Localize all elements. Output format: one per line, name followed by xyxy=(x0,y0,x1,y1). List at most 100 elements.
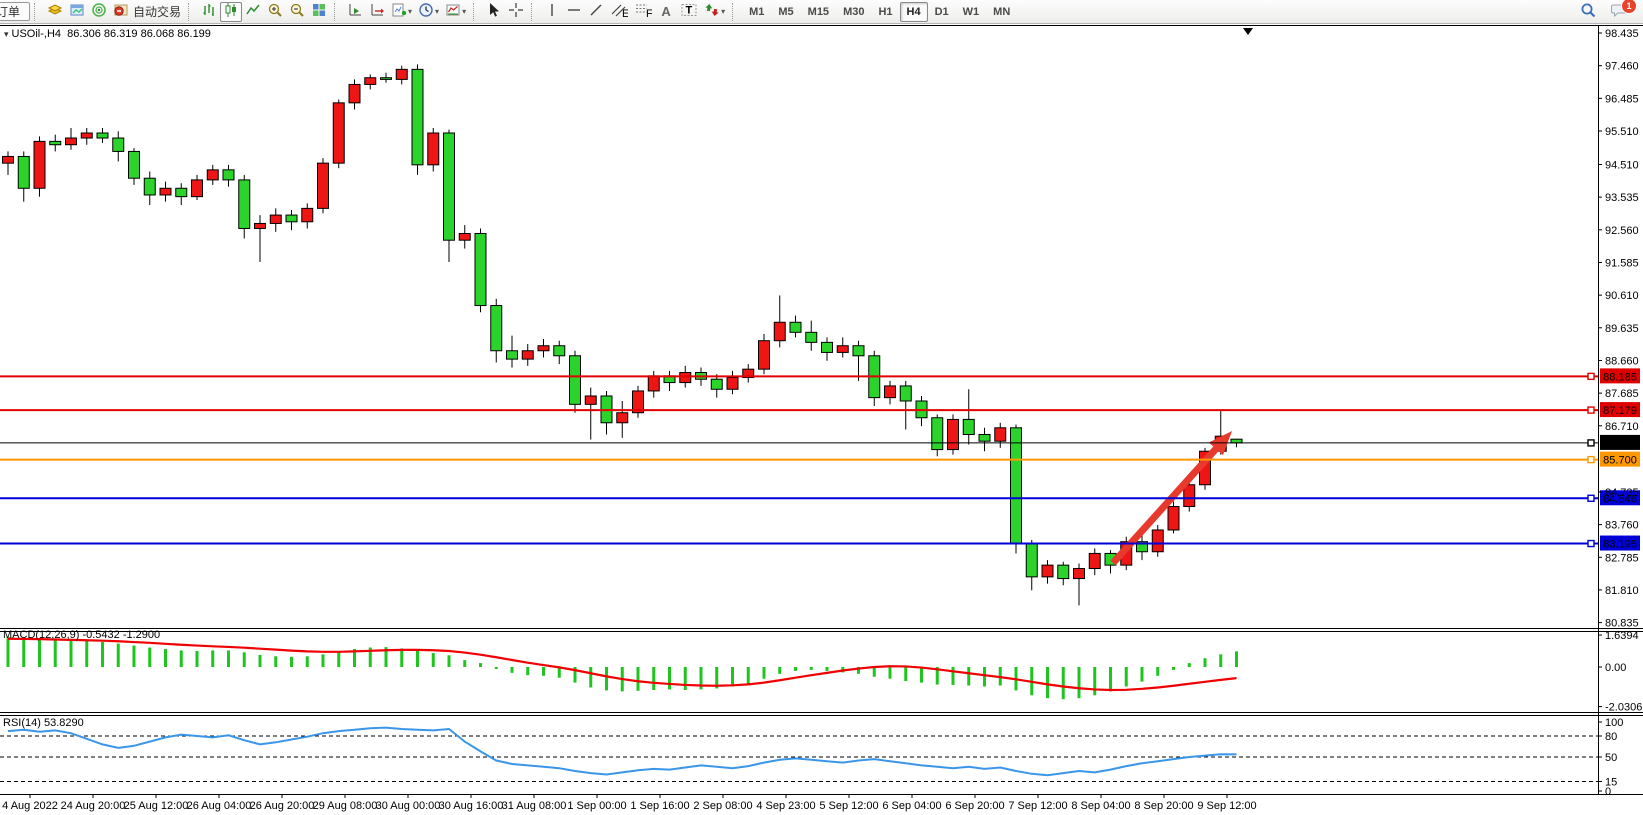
chart-window-button[interactable] xyxy=(66,2,88,22)
svg-text:88.185: 88.185 xyxy=(1603,371,1637,383)
autotrade-button[interactable]: 自动交易 xyxy=(110,2,184,22)
orders-button[interactable]: 订单 xyxy=(0,2,30,21)
svg-text:F: F xyxy=(646,8,652,18)
svg-text:7 Sep 12:00: 7 Sep 12:00 xyxy=(1008,800,1067,812)
macd-indicator-label: MACD(12,26,9) -0.5432 -1.2900 xyxy=(3,629,160,641)
template-icon xyxy=(445,2,461,21)
rsi-indicator-label: RSI(14) 53.8290 xyxy=(3,717,84,729)
auto-scroll-icon xyxy=(347,2,363,21)
svg-text:93.535: 93.535 xyxy=(1605,192,1639,204)
text-label-button[interactable]: T xyxy=(677,2,701,22)
horizontal-line-button[interactable] xyxy=(563,2,585,22)
chart-shift-icon xyxy=(369,2,385,21)
svg-text:90.610: 90.610 xyxy=(1605,290,1639,302)
zoom-out-button[interactable] xyxy=(286,2,308,22)
autotrade-icon xyxy=(113,2,129,21)
chevron-down-icon: ▾ xyxy=(408,7,412,16)
svg-text:9 Sep 12:00: 9 Sep 12:00 xyxy=(1197,800,1256,812)
tf-h4-button[interactable]: H4 xyxy=(900,2,928,22)
svg-text:82.785: 82.785 xyxy=(1605,552,1639,564)
search-button[interactable] xyxy=(1577,2,1600,22)
svg-text:T: T xyxy=(686,5,693,17)
chart-shift-button[interactable] xyxy=(366,2,388,22)
svg-text:26 Aug 04:00: 26 Aug 04:00 xyxy=(187,800,252,812)
svg-text:E: E xyxy=(622,8,628,18)
signals-button[interactable] xyxy=(88,2,110,22)
cursor-button[interactable] xyxy=(483,2,505,22)
toolbar-grip xyxy=(531,3,538,21)
svg-text:87.179: 87.179 xyxy=(1603,405,1637,417)
tf-h1-button[interactable]: H1 xyxy=(871,2,899,22)
candle-chart-button[interactable] xyxy=(220,2,242,22)
zoom-out-icon xyxy=(289,2,305,21)
templates-button[interactable]: ▾ xyxy=(442,2,469,22)
equidistant-channel-button[interactable]: E xyxy=(607,2,631,22)
symbol-period-label: USOil-,H4 xyxy=(12,28,62,40)
toolbar-grip xyxy=(732,3,739,21)
line-chart-button[interactable] xyxy=(242,2,264,22)
fibonacci-icon: F xyxy=(634,2,652,21)
tf-m15-button[interactable]: M15 xyxy=(801,2,836,22)
vertical-line-button[interactable] xyxy=(541,2,563,22)
svg-text:8 Sep 20:00: 8 Sep 20:00 xyxy=(1134,800,1193,812)
toolbar-grip xyxy=(34,3,41,21)
tf-m30-button[interactable]: M30 xyxy=(836,2,871,22)
svg-text:-2.0306: -2.0306 xyxy=(1605,702,1642,714)
svg-text:88.660: 88.660 xyxy=(1605,355,1639,367)
svg-text:89.635: 89.635 xyxy=(1605,323,1639,335)
new-order-button[interactable] xyxy=(44,2,66,22)
zoom-in-button[interactable] xyxy=(264,2,286,22)
tf-w1-button[interactable]: W1 xyxy=(956,2,987,22)
chart-title: ▾USOil-,H4 86.306 86.319 86.068 86.199 xyxy=(4,28,211,40)
line-chart-icon xyxy=(245,2,261,21)
chevron-down-icon: ▾ xyxy=(435,7,439,16)
auto-scroll-button[interactable] xyxy=(344,2,366,22)
tf-m5-button[interactable]: M5 xyxy=(771,2,800,22)
svg-text:95.510: 95.510 xyxy=(1605,126,1639,138)
chat-button[interactable]: 1 xyxy=(1608,2,1631,22)
svg-text:1 Sep 16:00: 1 Sep 16:00 xyxy=(630,800,689,812)
new-order-icon xyxy=(47,2,63,21)
trendline-button[interactable] xyxy=(585,2,607,22)
svg-text:80: 80 xyxy=(1605,731,1617,743)
tf-mn-button[interactable]: MN xyxy=(986,2,1017,22)
clock-icon xyxy=(418,2,434,21)
svg-text:98.435: 98.435 xyxy=(1605,28,1639,40)
svg-text:0.00: 0.00 xyxy=(1605,662,1626,674)
crosshair-button[interactable] xyxy=(505,2,527,22)
text-icon: A xyxy=(661,4,670,19)
svg-text:86.710: 86.710 xyxy=(1605,421,1639,433)
candlestick-icon xyxy=(223,2,239,21)
bar-chart-button[interactable] xyxy=(198,2,220,22)
svg-text:97.460: 97.460 xyxy=(1605,61,1639,73)
chevron-down-icon: ▾ xyxy=(721,7,725,16)
toolbar: 订单 自动交易 xyxy=(0,0,1643,24)
arrows-icon xyxy=(704,2,720,21)
svg-text:100: 100 xyxy=(1605,717,1623,729)
fibonacci-button[interactable]: F xyxy=(631,2,655,22)
svg-text:5 Sep 12:00: 5 Sep 12:00 xyxy=(819,800,878,812)
tf-m1-button[interactable]: M1 xyxy=(742,2,771,22)
tile-windows-button[interactable] xyxy=(308,2,330,22)
svg-text:4 Aug 2022: 4 Aug 2022 xyxy=(2,800,58,812)
svg-text:96.485: 96.485 xyxy=(1605,93,1639,105)
toolbar-grip xyxy=(188,3,195,21)
svg-text:24 Aug 20:00: 24 Aug 20:00 xyxy=(61,800,126,812)
chart-canvas[interactable]: 88.18587.17986.19985.70084.54683.1951.63… xyxy=(0,0,1643,815)
signal-icon xyxy=(91,2,107,21)
tf-d1-button[interactable]: D1 xyxy=(928,2,956,22)
svg-text:8 Sep 04:00: 8 Sep 04:00 xyxy=(1071,800,1130,812)
svg-text:84.735: 84.735 xyxy=(1605,487,1639,499)
periods-button[interactable]: ▾ xyxy=(415,2,442,22)
text-label-icon: T xyxy=(680,2,698,21)
one-click-trading-arrow-icon[interactable]: ▾ xyxy=(4,29,9,39)
tile-windows-icon xyxy=(311,2,327,21)
text-button[interactable]: A xyxy=(655,2,677,22)
arrows-button[interactable]: ▾ xyxy=(701,2,728,22)
toolbar-grip xyxy=(334,3,341,21)
svg-text:29 Aug 08:00: 29 Aug 08:00 xyxy=(313,800,378,812)
indicators-button[interactable]: ▾ xyxy=(388,2,415,22)
ohlc-quote-label: 86.306 86.319 86.068 86.199 xyxy=(67,28,211,40)
svg-text:26 Aug 20:00: 26 Aug 20:00 xyxy=(250,800,315,812)
trendline-icon xyxy=(588,2,604,21)
